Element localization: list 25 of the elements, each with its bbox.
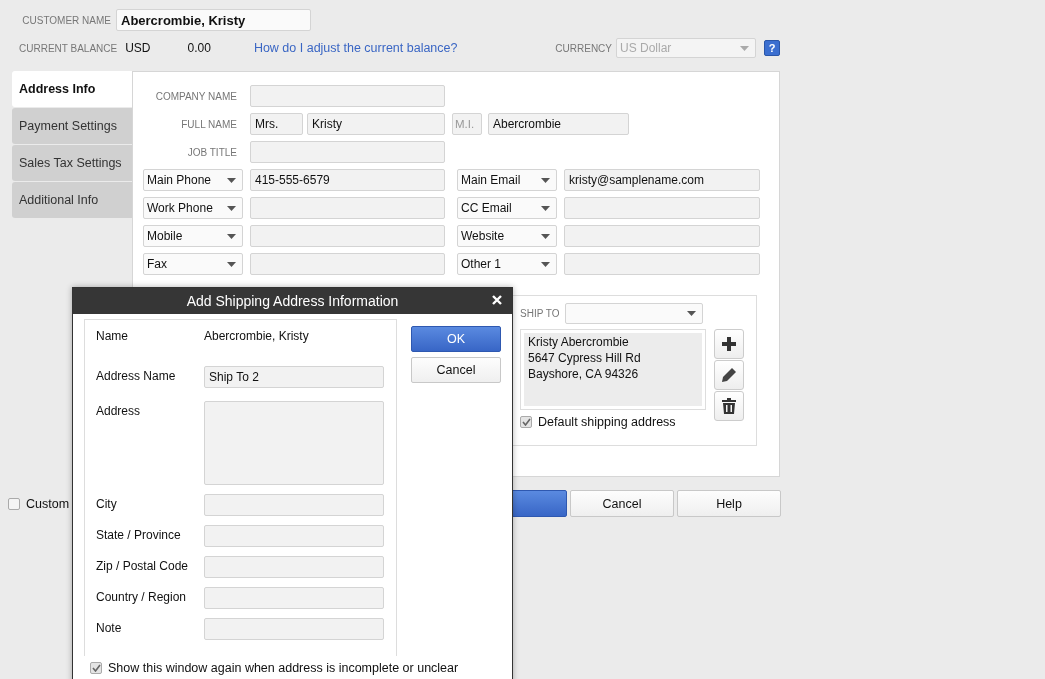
address-line: Kristy Abercrombie bbox=[527, 334, 630, 350]
company-name-label: COMPANY NAME bbox=[154, 90, 237, 102]
balance-amount: 0.00 bbox=[187, 41, 211, 55]
currency-label: CURRENCY bbox=[555, 42, 612, 54]
customer-name-value: Abercrombie, Kristy bbox=[204, 329, 309, 343]
field-label: Address Name bbox=[96, 368, 177, 383]
field-label: Country / Region bbox=[96, 589, 188, 604]
field-label: Note bbox=[96, 620, 123, 635]
job-title-label: JOB TITLE bbox=[186, 146, 237, 158]
show-again-label: Show this window again when address is incomplete or unclear bbox=[108, 661, 459, 675]
address-line: Bayshore, CA 94326 bbox=[527, 366, 640, 382]
field-label: State / Province bbox=[96, 527, 182, 542]
full-name-label: FULL NAME bbox=[180, 118, 237, 130]
inactive-label: Custom bbox=[26, 496, 70, 511]
ship-to-label: SHIP TO bbox=[520, 308, 560, 319]
dialog-title: Add Shipping Address Information bbox=[186, 293, 399, 309]
default-shipping-label: Default shipping address bbox=[538, 415, 676, 429]
field-label: Name bbox=[96, 329, 129, 343]
address-line: 5647 Cypress Hill Rd bbox=[527, 350, 642, 366]
currency-code: USD bbox=[125, 41, 151, 55]
current-balance-label: CURRENT BALANCE bbox=[19, 42, 118, 54]
customer-name-label: CUSTOMER NAME bbox=[21, 14, 111, 26]
field-label: Zip / Postal Code bbox=[96, 558, 190, 573]
field-label: Address bbox=[96, 403, 142, 418]
field-label: City bbox=[96, 496, 118, 511]
